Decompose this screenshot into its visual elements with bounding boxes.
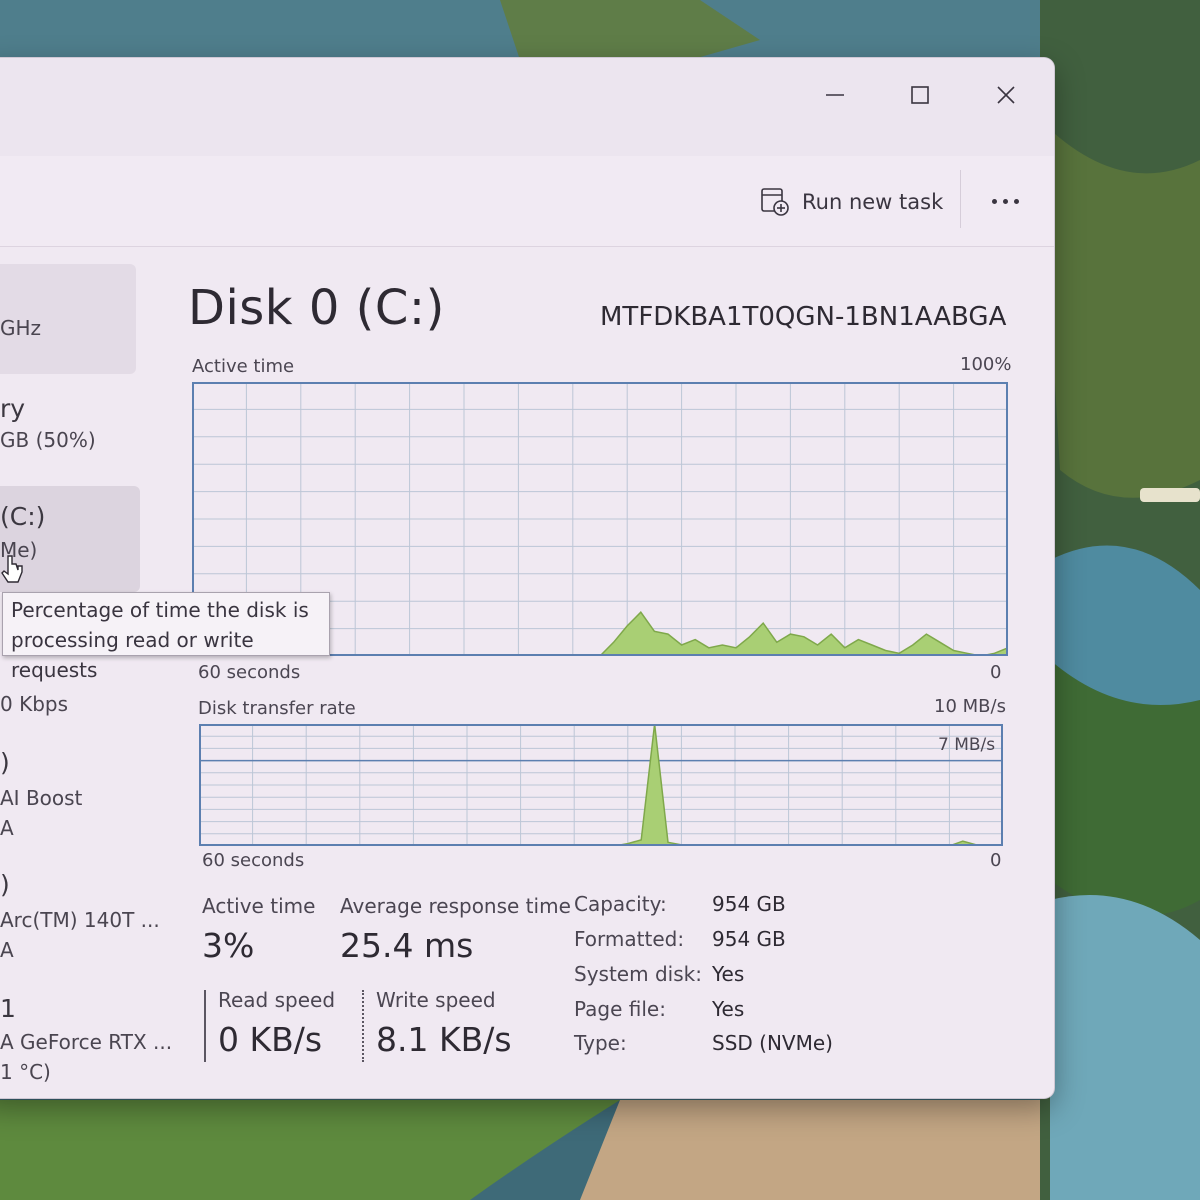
type-value: SSD (NVMe) [712,1031,833,1055]
transfer-rate-grid [199,724,1003,846]
sidebar-disk-title: (C:) [0,502,46,531]
write-speed-divider [362,990,364,1062]
active-time-chart-label: Active time [192,356,295,377]
read-speed-label: Read speed [218,988,336,1012]
active-time-max-label: 100% [960,354,1012,375]
sidebar-npu-detail: AI Boost [0,786,83,810]
close-icon [997,86,1015,104]
minimize-button[interactable] [805,70,865,120]
sidebar-gpu0-detail: Arc(TM) 140T ... [0,908,160,932]
write-speed-value: 8.1 KB/s [376,1020,512,1059]
transfer-rate-chart [199,724,1003,846]
page-title: Disk 0 (C:) [188,280,445,336]
active-time-min-label: 0 [990,662,1002,683]
active-time-stat-label: Active time [202,894,316,918]
title-bar [0,58,1054,156]
toolbar: Run new task [0,156,1054,247]
task-manager-window: Run new task GHz ry GB (50%) (C:) Me) 0 … [0,58,1054,1098]
sidebar-cpu-detail: GHz [0,316,42,340]
system-disk-label: System disk: [574,962,702,986]
tooltip-line-2: processing read or write requests [11,628,254,682]
transfer-rate-max-label: 10 MB/s [934,696,1006,717]
disk-model-name: MTFDKBA1T0QGN-1BN1AABGA [600,302,1007,332]
read-speed-value: 0 KB/s [218,1020,323,1059]
transfer-rate-ref-label: 7 MB/s [938,735,996,755]
maximize-icon [911,86,929,104]
active-time-stat-value: 3% [202,926,255,965]
sidebar-gpu1-title: 1 [0,994,16,1023]
run-task-icon [761,188,789,216]
mouse-pointer-icon [1,555,23,583]
avg-response-time-value: 25.4 ms [340,926,474,965]
close-button[interactable] [976,70,1036,120]
sidebar-npu-title: ) [0,748,10,777]
avg-response-time-label: Average response time [340,894,571,918]
sidebar-wifi-detail: 0 Kbps [0,692,69,716]
formatted-value: 954 GB [712,927,786,951]
sidebar-memory-title: ry [0,394,26,423]
sidebar-gpu0-title: ) [0,870,10,899]
read-speed-divider [204,990,206,1062]
page-file-value: Yes [712,997,745,1021]
formatted-label: Formatted: [574,927,685,951]
transfer-rate-window-label: 60 seconds [202,850,305,871]
run-new-task-button[interactable]: Run new task [760,184,943,220]
transfer-rate-chart-label: Disk transfer rate [198,698,356,719]
run-new-task-label: Run new task [802,190,944,214]
more-options-button[interactable] [985,184,1025,218]
sidebar-npu-detail2: A [0,816,14,840]
more-options-icon [991,198,997,204]
sidebar-gpu0-detail2: A [0,938,14,962]
transfer-rate-min-label: 0 [990,850,1002,871]
capacity-value: 954 GB [712,892,786,916]
write-speed-label: Write speed [376,988,496,1012]
type-label: Type: [574,1031,627,1055]
tooltip: Percentage of time the disk is processin… [2,592,330,682]
toolbar-divider [960,170,961,228]
system-disk-value: Yes [712,962,745,986]
minimize-icon [826,94,844,96]
maximize-button[interactable] [890,70,950,120]
page-file-label: Page file: [574,997,666,1021]
sidebar-memory-detail: GB (50%) [0,428,96,452]
tooltip-line-1: Percentage of time the disk is [11,598,309,622]
capacity-label: Capacity: [574,892,667,916]
sidebar-gpu1-detail: A GeForce RTX ... [0,1030,173,1054]
sidebar-gpu1-detail2: 1 °C) [0,1060,51,1084]
